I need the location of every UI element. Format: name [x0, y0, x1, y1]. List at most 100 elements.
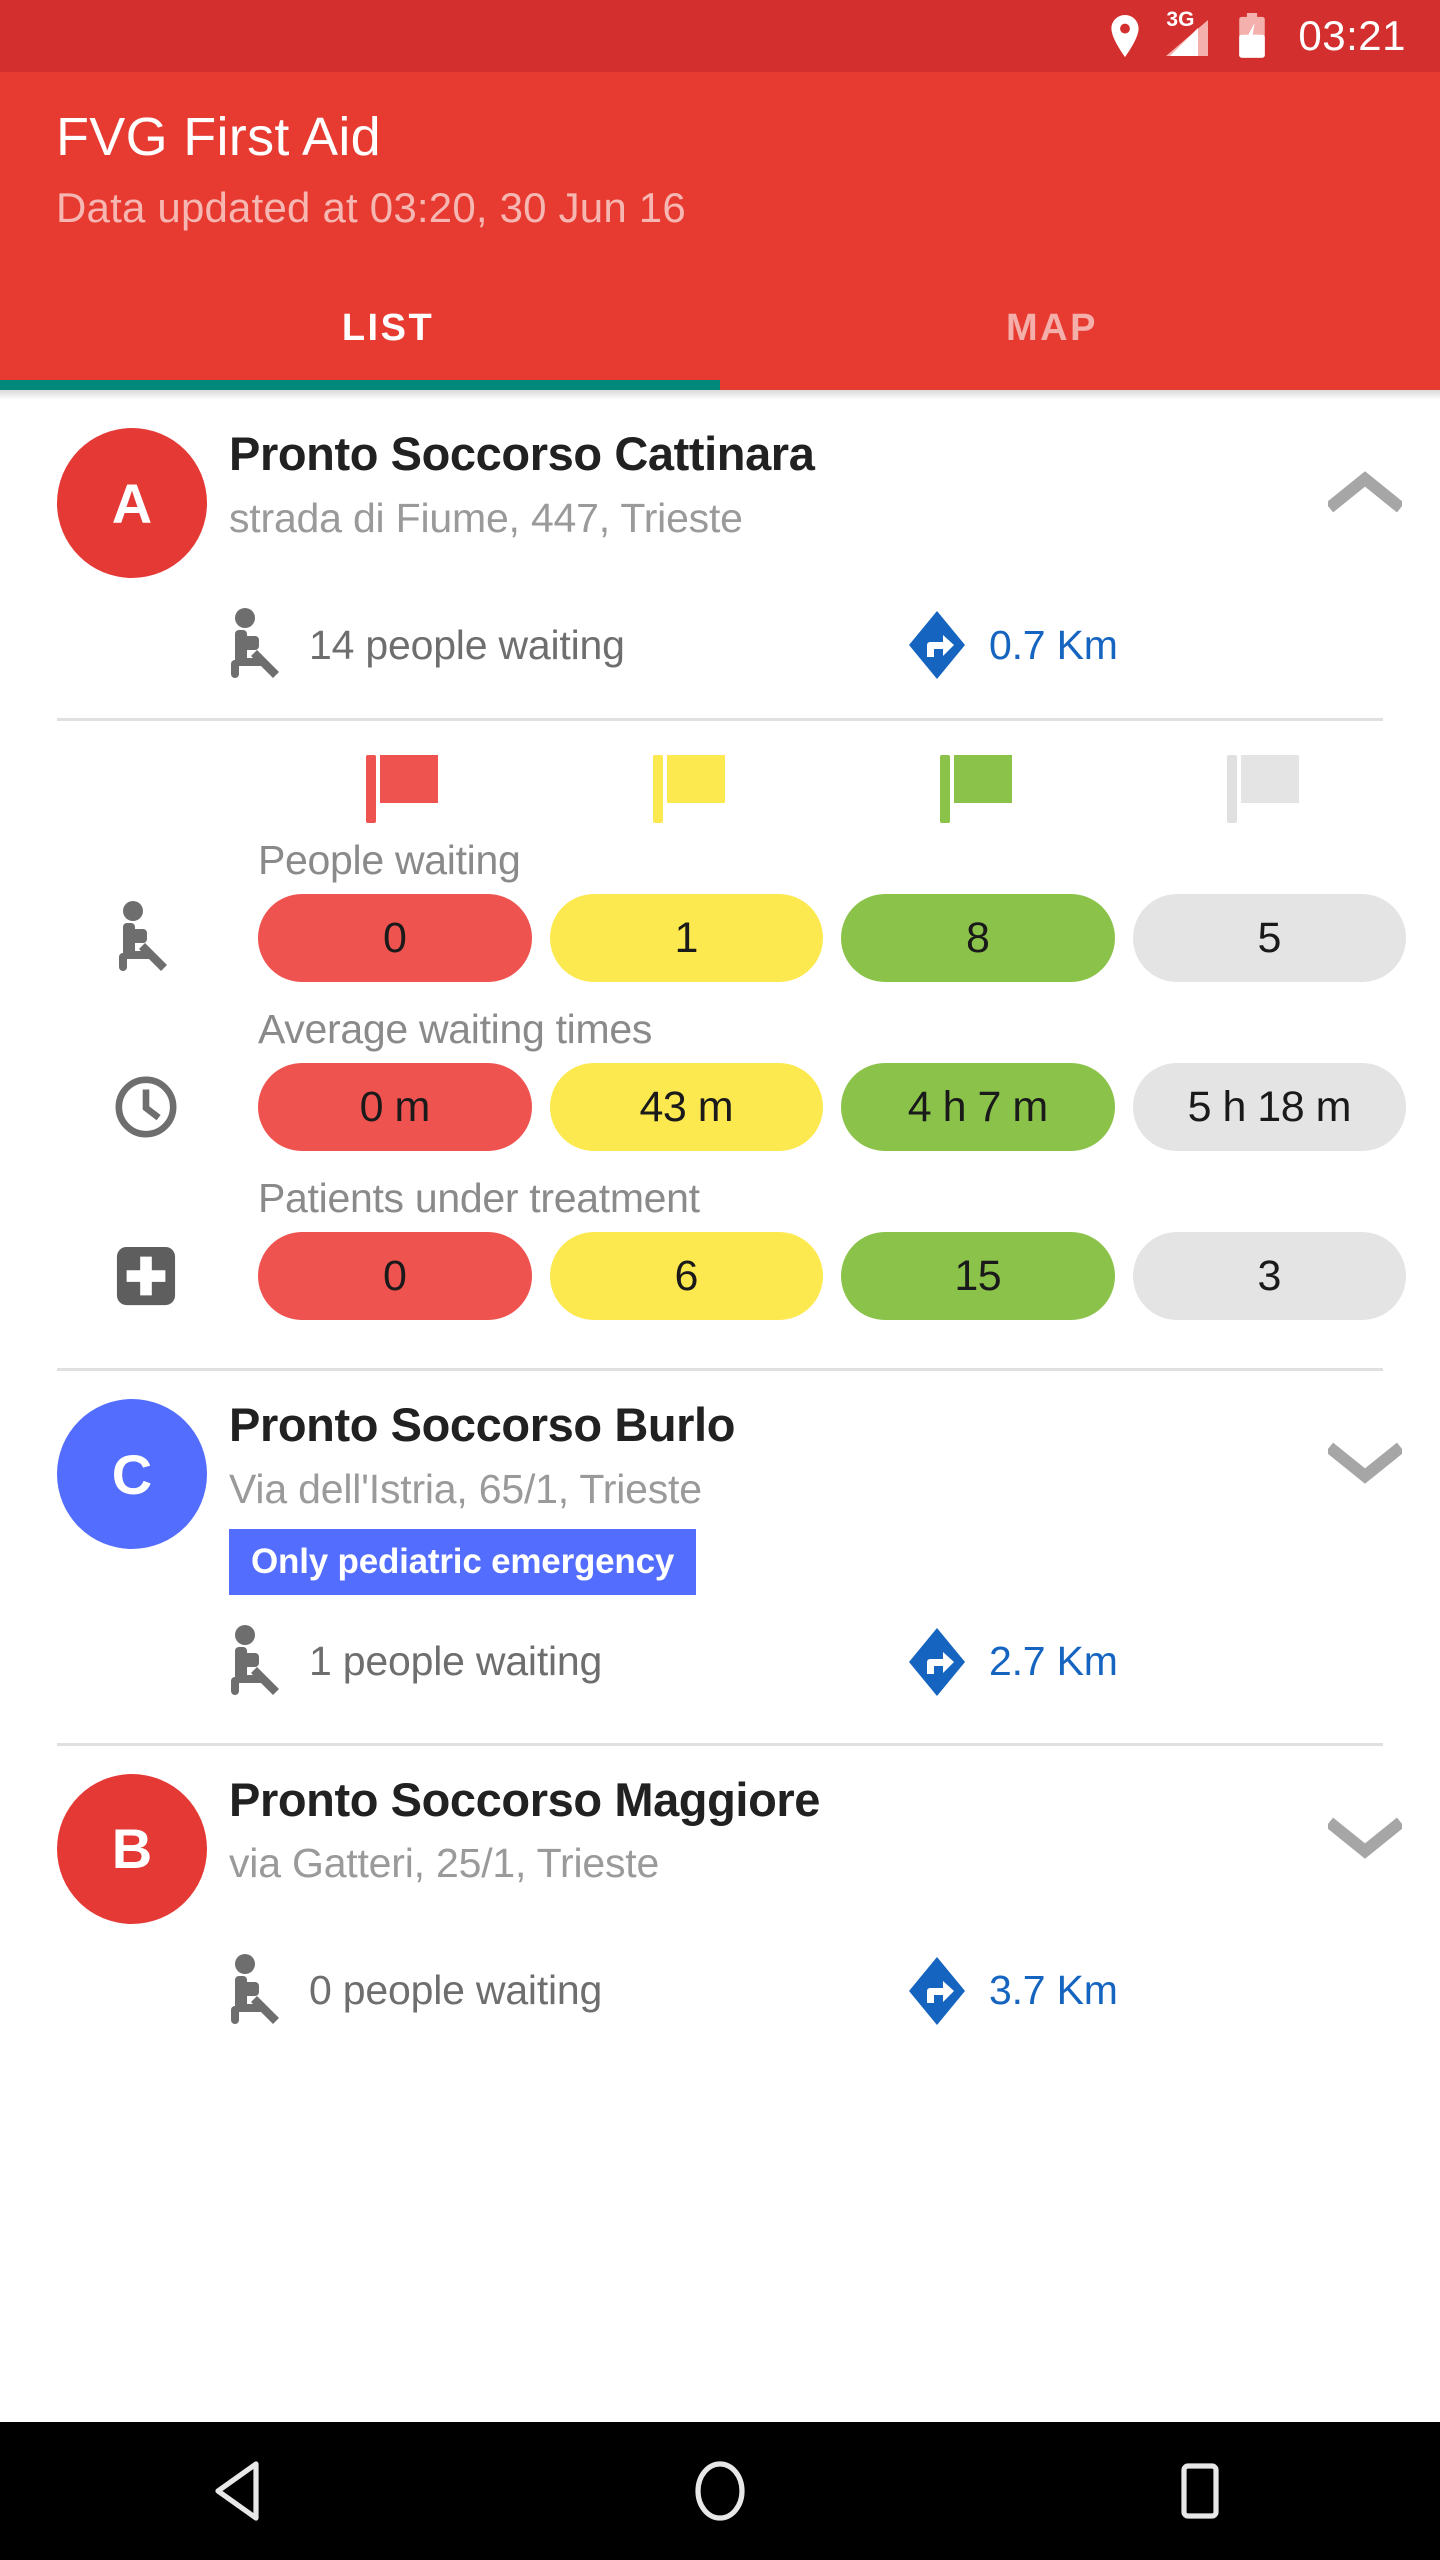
distance-label: 3.7 Km [989, 1967, 1118, 2014]
hospital-name: Pronto Soccorso Burlo [229, 1398, 736, 1451]
card-divider [57, 718, 1383, 721]
triage-flag-yellow-icon [652, 755, 725, 823]
tab-indicator-inactive [720, 380, 1440, 390]
pill-green: 15 [841, 1232, 1115, 1320]
directions-icon [909, 611, 965, 679]
triage-flag-green-icon [939, 755, 1012, 823]
chevron-down-icon [1328, 1442, 1402, 1484]
expand-collapse-chevron[interactable] [1290, 1399, 1440, 1595]
seated-person-icon [34, 901, 258, 975]
detail-row: 0 m 43 m 4 h 7 m 5 h 18 m [34, 1063, 1406, 1151]
card-header[interactable]: C Pronto Soccorso Burlo Via dell'Istria,… [0, 1371, 1440, 1595]
distance-metric[interactable]: 0.7 Km [907, 609, 1118, 681]
detail-pill-group: 0 m 43 m 4 h 7 m 5 h 18 m [258, 1063, 1406, 1151]
tab-map[interactable]: MAP [720, 276, 1384, 380]
detail-pill-group: 0 6 15 3 [258, 1232, 1406, 1320]
triage-flag-red-icon [365, 755, 438, 823]
avatar: A [57, 428, 207, 578]
chevron-down-icon [1328, 1817, 1402, 1859]
waiting-label: 14 people waiting [309, 621, 625, 668]
triage-flag-white-icon [1226, 755, 1299, 823]
clock-icon [34, 1074, 258, 1140]
card-header[interactable]: B Pronto Soccorso Maggiore via Gatteri, … [0, 1746, 1440, 1924]
hospital-name: Pronto Soccorso Cattinara [229, 427, 815, 480]
pill-yellow: 43 m [549, 1063, 823, 1151]
location-pin-icon [1110, 15, 1140, 57]
detail-pill-group: 0 1 8 5 [258, 894, 1406, 982]
pill-white: 5 h 18 m [1132, 1063, 1406, 1151]
card-header[interactable]: A Pronto Soccorso Cattinara strada di Fi… [0, 400, 1440, 578]
pill-red: 0 m [258, 1063, 532, 1151]
pill-white: 5 [1132, 894, 1406, 982]
waiting-metric: 14 people waiting [207, 608, 907, 682]
flag-cell [258, 755, 545, 823]
distance-metric[interactable]: 3.7 Km [907, 1955, 1118, 2027]
app-bar: FVG First Aid Data updated at 03:20, 30 … [0, 72, 1440, 380]
seated-person-icon [231, 1624, 279, 1695]
hospital-address: strada di Fiume, 447, Trieste [229, 494, 743, 541]
status-bar: 3G 03:21 [0, 0, 1440, 72]
hospital-card[interactable]: B Pronto Soccorso Maggiore via Gatteri, … [0, 1746, 1440, 2028]
tab-bar: LIST MAP [56, 276, 1384, 380]
appbar-shadow [0, 390, 1440, 400]
avatar: B [57, 1773, 207, 1924]
hospital-card[interactable]: A Pronto Soccorso Cattinara strada di Fi… [0, 400, 1440, 1320]
back-triangle-icon [215, 2461, 259, 2521]
expand-collapse-chevron[interactable] [1290, 1774, 1440, 1924]
pill-yellow: 6 [549, 1232, 823, 1320]
home-circle-icon [695, 2461, 745, 2521]
pill-red: 0 [258, 1232, 532, 1320]
app-screen: 3G 03:21 FVG First Aid Data updated at 0… [0, 0, 1440, 2560]
tab-list[interactable]: LIST [56, 276, 720, 380]
detail-row-label: Patients under treatment [258, 1175, 700, 1221]
status-badge: Only pediatric emergency [229, 1528, 697, 1595]
card-body: Pronto Soccorso Cattinara strada di Fium… [207, 427, 1290, 578]
nav-back-button[interactable] [140, 2422, 340, 2560]
pill-green: 8 [841, 894, 1115, 982]
app-title: FVG First Aid [56, 107, 381, 167]
seated-person-icon [231, 608, 279, 678]
hospital-name: Pronto Soccorso Maggiore [229, 1772, 821, 1826]
detail-row-label: Average waiting times [258, 1006, 653, 1052]
directions-icon [909, 1627, 965, 1696]
distance-label: 0.7 Km [989, 621, 1118, 668]
seated-person-icon [231, 1953, 279, 2024]
waiting-metric: 0 people waiting [207, 1953, 907, 2028]
network-type-label: 3G [1166, 8, 1195, 31]
status-bar-clock: 03:21 [1298, 12, 1406, 59]
signal-bars-icon: 3G [1162, 8, 1214, 58]
detail-row: 0 1 8 5 [34, 894, 1406, 982]
tab-indicator [0, 380, 1440, 390]
chevron-up-icon [1328, 471, 1402, 513]
flag-cell [1119, 755, 1406, 823]
hospital-detail-panel: People waiting 0 1 8 5 Average waiting t… [0, 755, 1440, 1320]
pill-red: 0 [258, 894, 532, 982]
hospital-card[interactable]: C Pronto Soccorso Burlo Via dell'Istria,… [0, 1371, 1440, 1699]
tab-indicator-active [0, 380, 720, 390]
expand-collapse-chevron[interactable] [1290, 428, 1440, 578]
card-body: Pronto Soccorso Burlo Via dell'Istria, 6… [207, 1398, 1290, 1595]
detail-row: 0 6 15 3 [34, 1232, 1406, 1320]
hospital-address: Via dell'Istria, 65/1, Trieste [229, 1465, 702, 1512]
pill-white: 3 [1132, 1232, 1406, 1320]
data-updated-label: Data updated at 03:20, 30 Jun 16 [56, 184, 686, 231]
pill-green: 4 h 7 m [841, 1063, 1115, 1151]
medical-cross-icon [34, 1245, 258, 1307]
distance-metric[interactable]: 2.7 Km [907, 1626, 1118, 1698]
recents-square-icon [1181, 2463, 1219, 2519]
flag-cell [832, 755, 1119, 823]
android-nav-bar [0, 2422, 1440, 2560]
card-metrics: 14 people waiting 0.7 Km [0, 608, 1440, 682]
flag-cell [545, 755, 832, 823]
nav-recents-button[interactable] [1100, 2422, 1300, 2560]
battery-charging-icon [1236, 13, 1268, 59]
detail-row-label: People waiting [258, 837, 521, 883]
avatar: C [57, 1399, 207, 1549]
nav-home-button[interactable] [620, 2422, 820, 2560]
distance-label: 2.7 Km [989, 1638, 1118, 1685]
pill-yellow: 1 [549, 894, 823, 982]
waiting-label: 0 people waiting [309, 1967, 603, 2014]
hospital-list: A Pronto Soccorso Cattinara strada di Fi… [0, 400, 1440, 2028]
triage-flags-row [34, 755, 1406, 823]
hospital-address: via Gatteri, 25/1, Trieste [229, 1840, 660, 1887]
